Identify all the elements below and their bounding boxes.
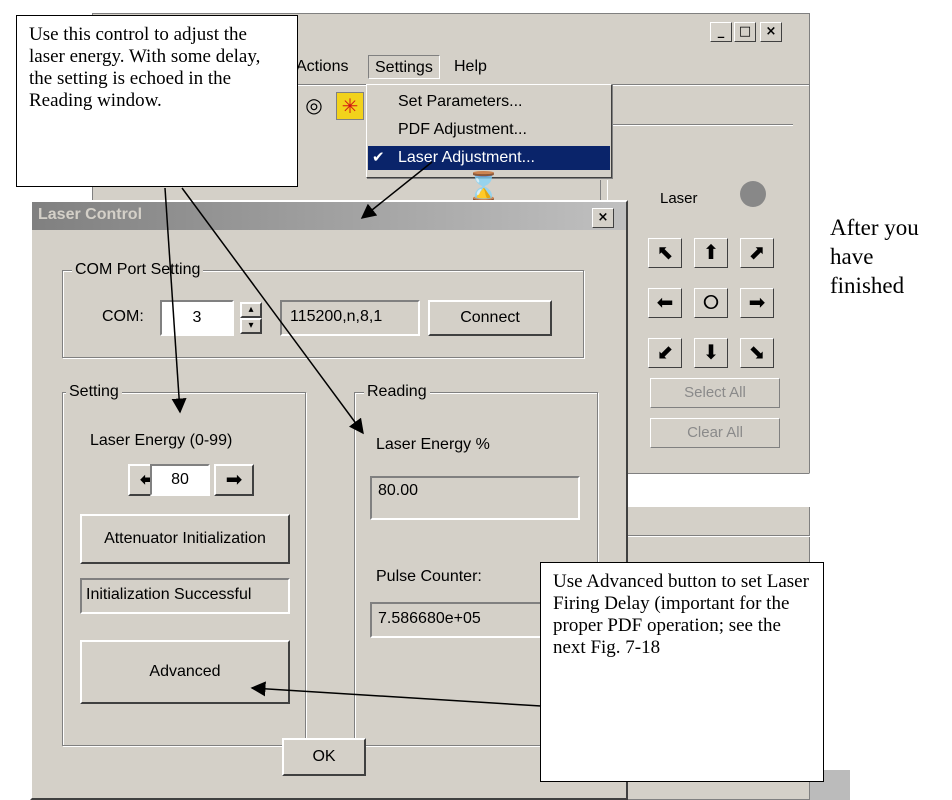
ok-button[interactable]: OK	[282, 738, 366, 776]
background-text-field[interactable]	[620, 473, 810, 507]
energy-callout: Use this control to adjust the laser ene…	[16, 15, 298, 187]
center-button[interactable]: ⭘	[694, 288, 728, 318]
pulse-counter-display: 7.586680e+05	[370, 602, 550, 638]
panel-separator	[600, 124, 793, 126]
initialization-status: Initialization Successful	[80, 578, 290, 614]
pulse-counter-label: Pulse Counter:	[376, 568, 482, 585]
com-port-legend: COM Port Setting	[72, 260, 204, 280]
move-up-button[interactable]: ⬆	[694, 238, 728, 268]
check-icon: ✔	[372, 149, 385, 166]
setting-legend: Setting	[66, 382, 122, 402]
move-down-left-button[interactable]: ⬋	[648, 338, 682, 368]
dialog-title: Laser Control	[38, 206, 143, 223]
advanced-callout: Use Advanced button to set Laser Firing …	[540, 562, 824, 782]
menu-item-set-parameters[interactable]: Set Parameters...	[368, 90, 610, 114]
clear-all-button[interactable]: Clear All	[650, 418, 780, 448]
energy-input[interactable]: 80	[150, 464, 210, 496]
advanced-button[interactable]: Advanced	[80, 640, 290, 704]
menu-item-pdf-adjustment[interactable]: PDF Adjustment...	[368, 118, 610, 142]
move-down-right-button[interactable]: ⬊	[740, 338, 774, 368]
maximize-button[interactable]: □	[734, 22, 756, 42]
spinner-down-button[interactable]: ▾	[240, 318, 262, 334]
com-label: COM:	[102, 308, 144, 325]
menu-settings[interactable]: Settings	[368, 55, 440, 79]
laser-star-icon[interactable]: ✳	[336, 92, 364, 120]
baud-settings-display: 115200,n,8,1	[280, 300, 420, 336]
select-all-button[interactable]: Select All	[650, 378, 780, 408]
reading-energy-label: Laser Energy %	[376, 436, 490, 453]
increase-energy-button[interactable]: ➡	[214, 464, 254, 496]
connect-button[interactable]: Connect	[428, 300, 552, 336]
com-port-input[interactable]: 3	[160, 300, 234, 336]
side-caption: After you have finished	[830, 215, 919, 298]
move-up-right-button[interactable]: ⬈	[740, 238, 774, 268]
close-window-button[interactable]: ×	[760, 22, 782, 42]
move-down-button[interactable]: ⬇	[694, 338, 728, 368]
move-up-left-button[interactable]: ⬉	[648, 238, 682, 268]
move-right-button[interactable]: ➡	[740, 288, 774, 318]
menu-item-laser-adjustment[interactable]: Laser Adjustment...	[368, 146, 610, 170]
reading-legend: Reading	[364, 382, 430, 402]
reading-energy-display: 80.00	[370, 476, 580, 520]
energy-setting-label: Laser Energy (0-99)	[90, 432, 233, 449]
menu-help[interactable]: Help	[448, 55, 493, 79]
target-icon[interactable]: ◎	[300, 92, 328, 120]
dialog-close-button[interactable]: ×	[592, 208, 614, 228]
laser-label: Laser	[660, 190, 698, 207]
menu-actions[interactable]: Actions	[290, 55, 354, 79]
minimize-button[interactable]: _	[710, 22, 732, 42]
attenuator-initialization-button[interactable]: Attenuator Initialization	[80, 514, 290, 564]
panel-separator-lower	[600, 535, 810, 537]
spinner-up-button[interactable]: ▴	[240, 302, 262, 318]
move-left-button[interactable]: ⬅	[648, 288, 682, 318]
laser-status-led	[740, 181, 766, 207]
